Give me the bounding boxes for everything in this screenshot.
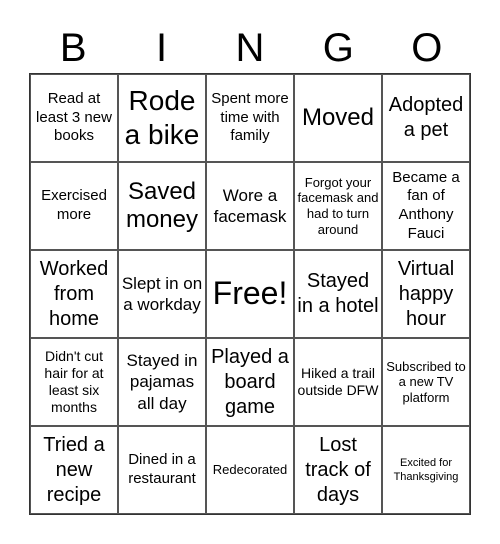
bingo-cell[interactable]: Lost track of days — [294, 426, 382, 514]
bingo-cell[interactable]: Rode a bike — [118, 74, 206, 162]
bingo-cell[interactable]: Forgot your facemask and had to turn aro… — [294, 162, 382, 250]
bingo-cell[interactable]: Redecorated — [206, 426, 294, 514]
bingo-cell[interactable]: Tried a new recipe — [30, 426, 118, 514]
header-letter-o: O — [411, 26, 443, 70]
bingo-cell[interactable]: Worked from home — [30, 250, 118, 338]
bingo-cell[interactable]: Hiked a trail outside DFW — [294, 338, 382, 426]
bingo-cell[interactable]: Saved money — [118, 162, 206, 250]
bingo-cell[interactable]: Spent more time with family — [206, 74, 294, 162]
bingo-cell[interactable]: Became a fan of Anthony Fauci — [382, 162, 470, 250]
header-letter-n: N — [235, 26, 265, 70]
bingo-cell[interactable]: Adopted a pet — [382, 74, 470, 162]
free-space-cell[interactable]: Free! — [206, 250, 294, 338]
bingo-cell[interactable]: Virtual happy hour — [382, 250, 470, 338]
bingo-cell[interactable]: Didn't cut hair for at least six months — [30, 338, 118, 426]
bingo-cell[interactable]: Subscribed to a new TV platform — [382, 338, 470, 426]
header-letter-i: I — [156, 26, 168, 70]
bingo-cell[interactable]: Exercised more — [30, 162, 118, 250]
bingo-cell[interactable]: Wore a facemask — [206, 162, 294, 250]
bingo-header: B I N G O — [29, 22, 471, 74]
header-letter-b: B — [59, 26, 87, 70]
bingo-cell[interactable]: Excited for Thanksgiving — [382, 426, 470, 514]
bingo-cell[interactable]: Read at least 3 new books — [30, 74, 118, 162]
bingo-cell[interactable]: Moved — [294, 74, 382, 162]
bingo-cell[interactable]: Slept in on a workday — [118, 250, 206, 338]
bingo-cell[interactable]: Dined in a restaurant — [118, 426, 206, 514]
bingo-cell[interactable]: Played a board game — [206, 338, 294, 426]
bingo-cell[interactable]: Stayed in pajamas all day — [118, 338, 206, 426]
header-letter-g: G — [322, 26, 354, 70]
bingo-cell[interactable]: Stayed in a hotel — [294, 250, 382, 338]
bingo-grid: Read at least 3 new books Rode a bike Sp… — [29, 73, 471, 515]
